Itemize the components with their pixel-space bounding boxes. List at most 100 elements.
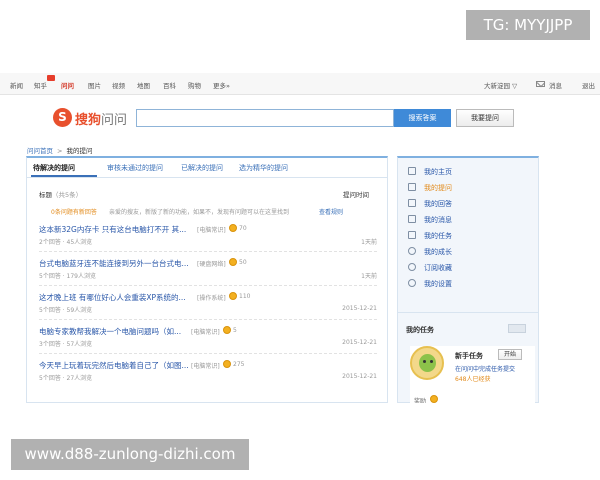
question-meta: 3个回答 · 57人浏览	[39, 341, 93, 348]
task-start-button[interactable]: 开始	[498, 349, 522, 360]
sidebar-divider	[398, 312, 538, 313]
subscribe-icon	[408, 263, 416, 271]
question-meta: 5个回答 · 179人浏览	[39, 273, 96, 280]
nav-zhihu[interactable]: 知乎	[34, 80, 47, 90]
coin-icon	[229, 224, 237, 232]
question-category[interactable]: [电脑常识]	[191, 361, 220, 370]
top-navbar: 新闻 知乎 问问 图片 视频 地图 百科 购物 更多» 大新淀园 ▽ 消息 退出	[0, 73, 600, 95]
question-meta: 5个回答 · 59人浏览	[39, 307, 93, 314]
logo-text[interactable]: 搜狗问问	[75, 109, 127, 128]
question-title[interactable]: 这才晚上班 有哪位好心人会重装XP系统的...	[39, 292, 186, 303]
notice-rules-link[interactable]: 查看规则	[319, 207, 343, 216]
question-title[interactable]: 电脑专家教帮我解决一个电脑问题吗（如...	[39, 326, 181, 337]
question-row: 这本新32G内存卡 只有这台电脑打不开 其... [电脑常识] 70 2个回答 …	[39, 224, 377, 258]
growth-icon	[408, 247, 416, 255]
question-meta: 5个回答 · 27人浏览	[39, 375, 93, 382]
question-meta: 2个回答 · 45人浏览	[39, 239, 93, 246]
breadcrumb-home[interactable]: 问问首页	[27, 147, 53, 155]
row-divider	[39, 251, 377, 252]
question-row: 电脑专家教帮我解决一个电脑问题吗（如... [电脑常识] 5 3个回答 · 57…	[39, 326, 377, 360]
coin-icon	[229, 258, 237, 266]
breadcrumb-separator: >	[57, 147, 63, 155]
question-time: 2015-12-21	[342, 305, 377, 312]
question-category[interactable]: [硬盘网络]	[197, 259, 226, 268]
question-category[interactable]: [电脑常识]	[191, 327, 220, 336]
row-divider	[39, 319, 377, 320]
avatar-face	[419, 354, 436, 372]
task-avatar	[410, 346, 444, 380]
nav-baike[interactable]: 百科	[163, 80, 176, 90]
sogou-logo-icon[interactable]: S	[53, 108, 72, 127]
breadcrumb-current: 我的提问	[66, 147, 93, 155]
task-description[interactable]: 在问问中完成任务提交	[455, 364, 515, 373]
sidebar-item-label: 我的主页	[424, 168, 452, 176]
question-title[interactable]: 台式电脑蓝牙连不能连接到另外一台台式电...	[39, 258, 189, 269]
sidebar-item-label: 我的成长	[424, 248, 452, 256]
tab-featured[interactable]: 选为精华的提问	[239, 163, 288, 173]
logo-product: 问问	[101, 113, 128, 128]
notice-bar: 0条问题有新回答 亲爱的搜友，新版了新的功能，如果不，发现有问题可以在这里找到 …	[33, 202, 383, 219]
coin-icon	[223, 360, 231, 368]
tasks-heading: 我的任务	[406, 326, 434, 334]
nav-video[interactable]: 视频	[112, 80, 125, 90]
row-divider	[39, 285, 377, 286]
nav-shopping[interactable]: 购物	[188, 80, 201, 90]
nav-more[interactable]: 更多»	[213, 80, 230, 90]
nav-news[interactable]: 新闻	[10, 80, 23, 90]
ask-question-button[interactable]: 我要提问	[456, 109, 514, 127]
watermark-bottom: www.d88-zunlong-dizhi.com	[11, 439, 249, 470]
question-reward: 70	[239, 225, 247, 232]
question-row: 今天早上玩着玩完然后电脑着自己了（如图... [电脑常识] 275 5个回答 ·…	[39, 360, 377, 394]
question-icon	[408, 183, 416, 191]
row-divider	[39, 353, 377, 354]
question-time: 1天前	[361, 239, 377, 246]
user-menu[interactable]: 大新淀园 ▽	[484, 80, 517, 90]
question-reward: 275	[233, 361, 245, 368]
nav-images[interactable]: 图片	[88, 80, 101, 90]
question-row: 这才晚上班 有哪位好心人会重装XP系统的... [操作系统] 110 5个回答 …	[39, 292, 377, 326]
messages-link[interactable]: 消息	[549, 80, 562, 90]
sidebar-item-label: 订阅收藏	[424, 264, 452, 272]
avatar-eye	[430, 360, 433, 363]
task-count: 648人已经获	[455, 376, 491, 383]
notice-new-answers[interactable]: 0条问题有新回答	[51, 207, 97, 216]
user-sidebar: 我的主页 我的提问 我的回答 我的消息 我的任务 我的成长 订阅收藏 我的设置 …	[397, 156, 539, 403]
question-row: 台式电脑蓝牙连不能连接到另外一台台式电... [硬盘网络] 50 5个回答 · …	[39, 258, 377, 292]
answer-icon	[408, 199, 416, 207]
column-title: 标题（共5条）	[39, 189, 82, 199]
question-reward: 110	[239, 293, 251, 300]
new-badge-icon	[47, 75, 55, 81]
breadcrumb: 问问首页 > 我的提问	[27, 145, 92, 155]
question-category[interactable]: [操作系统]	[197, 293, 226, 302]
nav-map[interactable]: 地图	[137, 80, 150, 90]
question-title[interactable]: 这本新32G内存卡 只有这台电脑打不开 其...	[39, 224, 186, 235]
questions-panel: 待解决的提问 审核未通过的提问 已解决的提问 选为精华的提问 标题（共5条） 提…	[26, 156, 388, 403]
sidebar-item-label: 我的回答	[424, 200, 452, 208]
question-title[interactable]: 今天早上玩着玩完然后电脑着自己了（如图...	[39, 360, 189, 371]
notice-text: 亲爱的搜友，新版了新的功能，如果不，发现有问题可以在这里找到	[109, 209, 290, 216]
mail-icon[interactable]	[536, 81, 545, 87]
active-tab-indicator	[31, 175, 97, 177]
logout-link[interactable]: 退出	[582, 80, 595, 90]
question-reward: 50	[239, 259, 247, 266]
screenshot-region: 新闻 知乎 问问 图片 视频 地图 百科 购物 更多» 大新淀园 ▽ 消息 退出…	[0, 73, 600, 403]
question-category[interactable]: [电脑常识]	[197, 225, 226, 234]
tasks-toggle[interactable]	[508, 324, 526, 333]
message-icon	[408, 215, 416, 223]
search-input[interactable]	[136, 109, 394, 127]
search-answer-button[interactable]: 搜索答案	[394, 109, 451, 127]
avatar-eye	[423, 360, 426, 363]
tab-rejected[interactable]: 审核未通过的提问	[107, 163, 163, 173]
sidebar-item-label: 我的任务	[424, 232, 452, 240]
coin-icon	[229, 292, 237, 300]
coin-icon	[430, 395, 438, 403]
sidebar-item-label: 我的提问	[424, 184, 452, 192]
column-time: 提问时间	[343, 191, 369, 199]
nav-wenwen[interactable]: 问问	[61, 80, 74, 90]
column-title-label: 标题	[39, 191, 52, 199]
question-reward: 5	[233, 327, 237, 334]
question-time: 2015-12-21	[342, 339, 377, 346]
tab-solved[interactable]: 已解决的提问	[181, 163, 223, 173]
settings-icon	[408, 279, 416, 287]
tab-pending[interactable]: 待解决的提问	[33, 163, 75, 173]
